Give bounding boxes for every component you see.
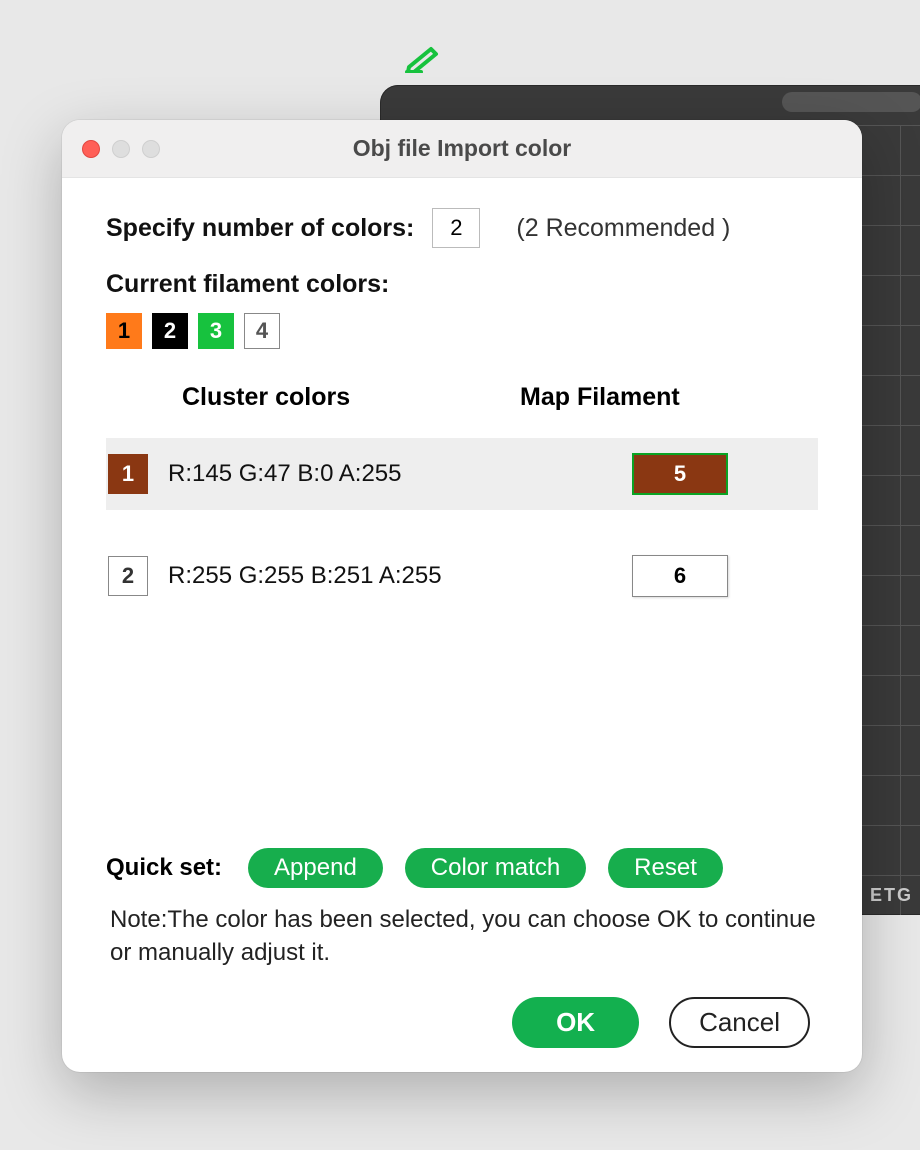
import-color-dialog: Obj file Import color Specify number of … (62, 120, 862, 1072)
map-cell: 5 (550, 453, 810, 495)
cluster-table-header: Cluster colors Map Filament (106, 383, 818, 412)
map-filament-select[interactable]: 5 (632, 453, 728, 495)
cancel-button[interactable]: Cancel (669, 997, 810, 1048)
cluster-rgba-text: R:255 G:255 B:251 A:255 (168, 562, 550, 590)
map-cell: 6 (550, 555, 810, 597)
cluster-row[interactable]: 2 R:255 G:255 B:251 A:255 6 (106, 540, 818, 612)
window-controls (82, 140, 160, 158)
append-button[interactable]: Append (248, 848, 383, 888)
maximize-icon[interactable] (142, 140, 160, 158)
titlebar: Obj file Import color (62, 120, 862, 178)
recommended-text: (2 Recommended ) (516, 214, 730, 243)
minimize-icon[interactable] (112, 140, 130, 158)
cluster-list: 1 R:145 G:47 B:0 A:255 5 2 R:255 G:255 B:251… (106, 438, 818, 612)
ok-button[interactable]: OK (512, 997, 639, 1048)
cluster-row[interactable]: 1 R:145 G:47 B:0 A:255 5 (106, 438, 818, 510)
reset-button[interactable]: Reset (608, 848, 723, 888)
current-filaments-label: Current filament colors: (106, 270, 818, 299)
filament-swatch-1[interactable]: 1 (106, 313, 142, 349)
color-count-input[interactable] (432, 208, 480, 248)
edit-icon (405, 45, 441, 73)
cluster-rgba-text: R:145 G:47 B:0 A:255 (168, 460, 550, 488)
filament-swatch-2[interactable]: 2 (152, 313, 188, 349)
note-text: Note:The color has been selected, you ca… (106, 904, 818, 969)
filament-swatch-3[interactable]: 3 (198, 313, 234, 349)
specify-label: Specify number of colors: (106, 214, 414, 243)
cluster-swatch: 1 (108, 454, 148, 494)
dialog-content: Specify number of colors: (2 Recommended… (62, 178, 862, 1072)
footer-buttons: OK Cancel (106, 997, 818, 1048)
quickset-label: Quick set: (106, 854, 222, 882)
filament-swatch-4[interactable]: 4 (244, 313, 280, 349)
filament-swatch-row: 1234 (106, 313, 818, 349)
th-map-filament: Map Filament (520, 383, 680, 412)
close-icon[interactable] (82, 140, 100, 158)
background-tab-handle (782, 92, 920, 112)
th-cluster-colors: Cluster colors (110, 383, 520, 412)
background-etg-label: ETG (870, 885, 913, 906)
specify-row: Specify number of colors: (2 Recommended… (106, 208, 818, 248)
map-filament-select[interactable]: 6 (632, 555, 728, 597)
cluster-swatch: 2 (108, 556, 148, 596)
dialog-title: Obj file Import color (62, 135, 862, 162)
color-match-button[interactable]: Color match (405, 848, 586, 888)
quickset-row: Quick set: Append Color match Reset (106, 848, 818, 888)
